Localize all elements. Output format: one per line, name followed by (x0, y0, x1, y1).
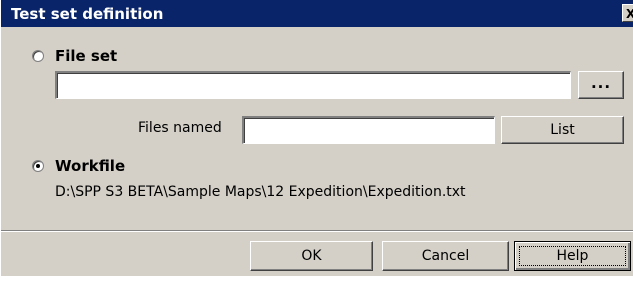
help-button-label: Help (556, 248, 589, 264)
browse-button[interactable]: ... (578, 71, 624, 99)
help-button[interactable]: Help (514, 241, 631, 271)
test-set-definition-dialog: Test set definition X File set ... Files… (0, 0, 633, 276)
list-button[interactable]: List (501, 116, 624, 144)
dialog-title: Test set definition (11, 5, 164, 23)
cancel-button-label: Cancel (421, 248, 470, 264)
workfile-option[interactable]: Workfile (32, 156, 125, 176)
list-button-label: List (550, 122, 575, 138)
close-icon[interactable]: X (622, 4, 633, 22)
browse-button-label: ... (590, 74, 612, 92)
files-named-label: Files named (138, 120, 222, 136)
file-set-option[interactable]: File set (32, 46, 117, 66)
workfile-path: D:\SPP S3 BETA\Sample Maps\12 Expedition… (55, 184, 466, 200)
workfile-radio[interactable] (32, 160, 44, 172)
file-set-radio[interactable] (32, 50, 44, 62)
file-set-path-input[interactable] (55, 71, 571, 99)
files-named-input[interactable] (242, 116, 495, 144)
workfile-label: Workfile (55, 157, 126, 175)
ok-button[interactable]: OK (250, 241, 373, 271)
title-bar[interactable]: Test set definition X (1, 0, 633, 27)
footer-separator (1, 230, 633, 232)
ok-button-label: OK (301, 248, 322, 264)
cancel-button[interactable]: Cancel (382, 241, 509, 271)
file-set-label: File set (55, 47, 118, 65)
